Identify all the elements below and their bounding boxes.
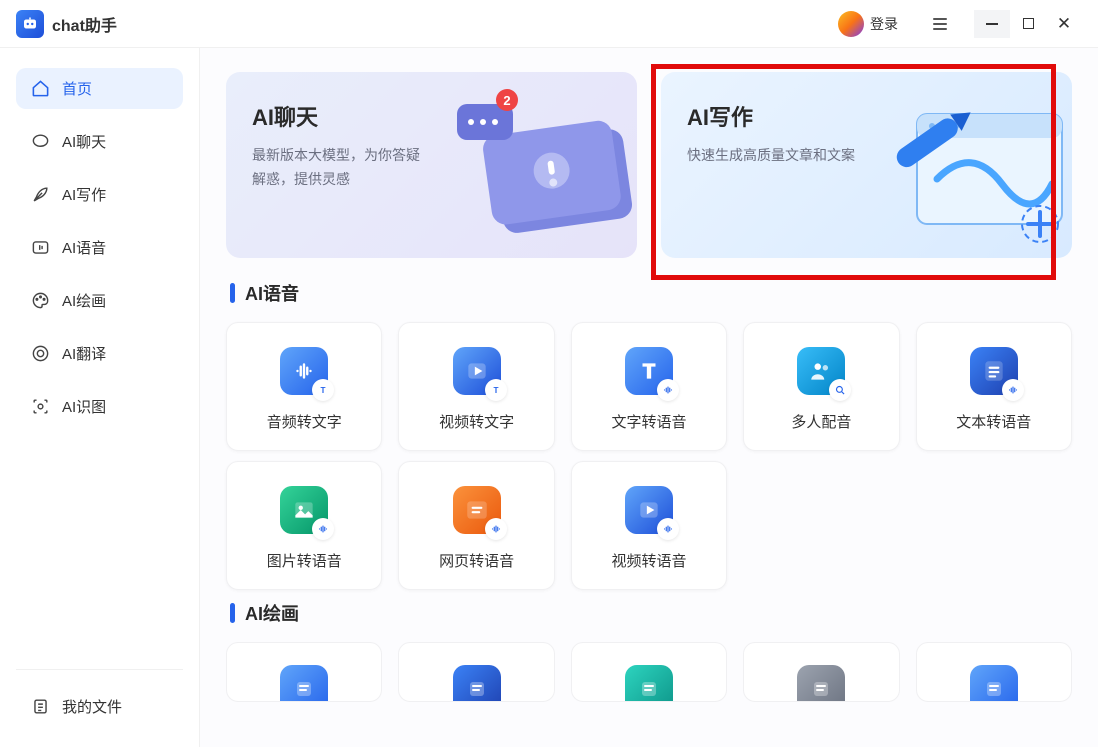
audio-wave-icon (30, 238, 50, 258)
sidebar-item-home[interactable]: 首页 (16, 68, 183, 109)
maximize-button[interactable] (1010, 10, 1046, 38)
voice-tool-card[interactable]: 图片转语音 (226, 461, 382, 590)
sidebar: 首页 AI聊天 AI写作 AI语音 AI绘画 AI翻译 (0, 48, 200, 747)
sidebar-item-write[interactable]: AI写作 (16, 174, 183, 215)
tool-badge-icon (657, 518, 679, 540)
translate-icon (30, 344, 50, 364)
tool-badge-icon: T (485, 379, 507, 401)
tool-icon (970, 347, 1018, 395)
section-accent-icon (230, 283, 235, 303)
paint-tool-card[interactable] (398, 642, 554, 702)
sidebar-item-label: 我的文件 (62, 696, 122, 717)
tool-icon: T (280, 347, 328, 395)
tool-icon (453, 665, 501, 702)
minimize-button[interactable] (974, 10, 1010, 38)
sidebar-item-label: AI识图 (62, 396, 106, 417)
voice-tool-card[interactable]: 文本转语音 (916, 322, 1072, 451)
tool-badge-icon (485, 518, 507, 540)
sidebar-item-label: AI写作 (62, 184, 106, 205)
sidebar-item-label: AI绘画 (62, 290, 106, 311)
tool-badge-icon (829, 379, 851, 401)
svg-text:T: T (493, 386, 498, 395)
sidebar-item-translate[interactable]: AI翻译 (16, 333, 183, 374)
chat-badge: 2 (503, 93, 510, 108)
sidebar-item-label: AI聊天 (62, 131, 106, 152)
tool-icon (453, 486, 501, 534)
tool-label: 多人配音 (791, 411, 851, 432)
paint-tool-card[interactable] (743, 642, 899, 702)
voice-tool-card[interactable]: T 音频转文字 (226, 322, 382, 451)
paint-tool-card[interactable] (916, 642, 1072, 702)
menu-button[interactable] (922, 10, 958, 38)
tool-icon (280, 665, 328, 702)
write-illustration-icon (862, 84, 1072, 258)
main-content: AI聊天 最新版本大模型，为你答疑解惑，提供灵感 (200, 48, 1098, 747)
voice-tool-card[interactable]: 文字转语音 (571, 322, 727, 451)
app-title: chat助手 (52, 12, 117, 36)
tool-label: 视频转语音 (611, 550, 686, 571)
sidebar-item-label: 首页 (62, 78, 92, 99)
paint-tool-grid (226, 642, 1072, 702)
avatar[interactable] (838, 11, 864, 37)
section-accent-icon (230, 603, 235, 623)
tool-label: 音频转文字 (267, 411, 342, 432)
tool-icon (625, 347, 673, 395)
tool-label: 文本转语音 (956, 411, 1031, 432)
section-voice-header: AI语音 (230, 280, 1072, 306)
tool-badge-icon: T (312, 379, 334, 401)
section-paint-header: AI绘画 (230, 600, 1072, 626)
voice-tool-grid-row2: 图片转语音 网页转语音 视频转语音 (226, 461, 1072, 590)
voice-tool-card[interactable]: 视频转语音 (571, 461, 727, 590)
tool-badge-icon (312, 518, 334, 540)
feather-icon (30, 185, 50, 205)
chat-icon (30, 132, 50, 152)
tool-badge-icon (1002, 379, 1024, 401)
voice-tool-card[interactable]: T 视频转文字 (398, 322, 554, 451)
hero-row: AI聊天 最新版本大模型，为你答疑解惑，提供灵感 (226, 72, 1072, 258)
scan-icon (30, 397, 50, 417)
tool-icon (625, 665, 673, 702)
tool-icon (280, 486, 328, 534)
tool-label: 文字转语音 (611, 411, 686, 432)
sidebar-item-label: AI语音 (62, 237, 106, 258)
sidebar-item-label: AI翻译 (62, 343, 106, 364)
sidebar-item-chat[interactable]: AI聊天 (16, 121, 183, 162)
voice-tool-grid: T 音频转文字 T 视频转文字 文字转语音 多人配音 文本转语音 (226, 322, 1072, 451)
home-icon (30, 79, 50, 99)
palette-icon (30, 291, 50, 311)
hero-write-subtitle: 快速生成高质量文章和文案 (687, 144, 867, 168)
login-button[interactable]: 登录 (870, 14, 898, 34)
paint-tool-card[interactable] (571, 642, 727, 702)
section-paint-title: AI绘画 (245, 600, 299, 626)
paint-tool-card[interactable] (226, 642, 382, 702)
voice-tool-card[interactable]: 网页转语音 (398, 461, 554, 590)
sidebar-item-voice[interactable]: AI语音 (16, 227, 183, 268)
tool-label: 网页转语音 (439, 550, 514, 571)
section-voice-title: AI语音 (245, 280, 299, 306)
tool-icon (797, 665, 845, 702)
titlebar: chat助手 登录 ✕ (0, 0, 1098, 48)
close-button[interactable]: ✕ (1046, 10, 1082, 38)
hero-card-write[interactable]: AI写作 快速生成高质量文章和文案 (661, 72, 1072, 258)
tool-icon (625, 486, 673, 534)
hero-chat-subtitle: 最新版本大模型，为你答疑解惑，提供灵感 (252, 144, 432, 192)
hero-card-chat[interactable]: AI聊天 最新版本大模型，为你答疑解惑，提供灵感 (226, 72, 637, 258)
chat-illustration-icon: 2 (427, 84, 637, 258)
tool-icon: T (453, 347, 501, 395)
tool-label: 图片转语音 (267, 550, 342, 571)
voice-tool-card[interactable]: 多人配音 (743, 322, 899, 451)
files-icon (30, 697, 50, 717)
sidebar-item-vision[interactable]: AI识图 (16, 386, 183, 427)
svg-text:T: T (321, 386, 326, 395)
app-logo-icon (16, 10, 44, 38)
tool-label: 视频转文字 (439, 411, 514, 432)
tool-icon (797, 347, 845, 395)
tool-badge-icon (657, 379, 679, 401)
tool-icon (970, 665, 1018, 702)
sidebar-item-myfiles[interactable]: 我的文件 (16, 686, 183, 727)
sidebar-item-paint[interactable]: AI绘画 (16, 280, 183, 321)
